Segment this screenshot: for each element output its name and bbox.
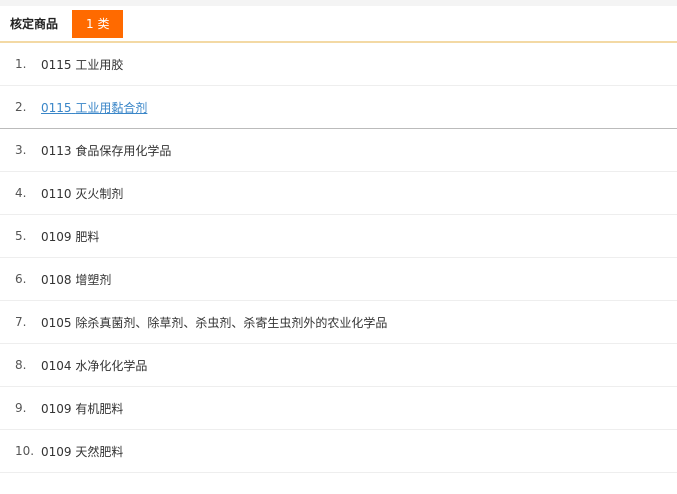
item-index: 7. <box>15 315 27 329</box>
item-code: 0109 <box>41 229 72 244</box>
item-code: 0115 <box>41 100 72 115</box>
item-name: 灭火制剂 <box>75 186 124 201</box>
item-index: 5. <box>15 229 27 243</box>
item-index: 4. <box>15 186 27 200</box>
list-item[interactable]: 8. 0104 水净化化学品 <box>0 344 677 387</box>
item-text[interactable]: 0110 灭火制剂 <box>41 185 123 202</box>
item-text[interactable]: 0109 有机肥料 <box>41 400 123 417</box>
item-index: 3. <box>15 143 27 157</box>
item-index: 6. <box>15 272 27 286</box>
list-item[interactable]: 5. 0109 肥料 <box>0 215 677 258</box>
list-item[interactable]: 6. 0108 增塑剂 <box>0 258 677 301</box>
item-text[interactable]: 0109 肥料 <box>41 228 99 245</box>
item-name: 增塑剂 <box>75 272 112 287</box>
list-item[interactable]: 4. 0110 灭火制剂 <box>0 172 677 215</box>
item-index: 1. <box>15 57 27 71</box>
goods-header: 核定商品 1 类 <box>0 6 677 43</box>
item-name: 工业用胶 <box>75 57 124 72</box>
section-title: 核定商品 <box>10 17 59 31</box>
item-name: 除杀真菌剂、除草剂、杀虫剂、杀寄生虫剂外的农业化学品 <box>75 315 388 330</box>
item-code: 0108 <box>41 272 72 287</box>
list-item[interactable]: 10. 0109 天然肥料 <box>0 430 677 473</box>
item-index: 2. <box>15 100 27 114</box>
item-name: 工业用黏合剂 <box>75 100 148 115</box>
item-name: 有机肥料 <box>75 401 124 416</box>
item-code: 0110 <box>41 186 72 201</box>
item-text[interactable]: 0113 食品保存用化学品 <box>41 142 171 159</box>
item-index: 8. <box>15 358 27 372</box>
item-text[interactable]: 0115 工业用胶 <box>41 56 123 73</box>
item-text[interactable]: 0104 水净化化学品 <box>41 357 147 374</box>
class-tab-badge[interactable]: 1 类 <box>72 9 124 38</box>
item-name: 水净化化学品 <box>75 358 148 373</box>
item-name: 肥料 <box>75 229 100 244</box>
list-item[interactable]: 2. 0115 工业用黏合剂 <box>0 86 677 129</box>
item-name: 食品保存用化学品 <box>75 143 172 158</box>
list-item[interactable]: 3. 0113 食品保存用化学品 <box>0 129 677 172</box>
item-index: 10. <box>15 444 35 458</box>
item-code: 0109 <box>41 401 72 416</box>
list-item[interactable]: 7. 0105 除杀真菌剂、除草剂、杀虫剂、杀寄生虫剂外的农业化学品 <box>0 301 677 344</box>
goods-list: 1. 0115 工业用胶 2. 0115 工业用黏合剂 3. 0113 食品保存… <box>0 43 677 473</box>
item-code: 0113 <box>41 143 72 158</box>
item-text[interactable]: 0108 增塑剂 <box>41 271 111 288</box>
item-code: 0109 <box>41 444 72 459</box>
item-name: 天然肥料 <box>75 444 124 459</box>
item-index: 9. <box>15 401 27 415</box>
list-item[interactable]: 1. 0115 工业用胶 <box>0 43 677 86</box>
list-item[interactable]: 9. 0109 有机肥料 <box>0 387 677 430</box>
item-code: 0104 <box>41 358 72 373</box>
item-text[interactable]: 0105 除杀真菌剂、除草剂、杀虫剂、杀寄生虫剂外的农业化学品 <box>41 314 387 331</box>
item-code: 0115 <box>41 57 72 72</box>
item-text[interactable]: 0115 工业用黏合剂 <box>41 99 147 116</box>
item-code: 0105 <box>41 315 72 330</box>
item-text[interactable]: 0109 天然肥料 <box>41 443 123 460</box>
